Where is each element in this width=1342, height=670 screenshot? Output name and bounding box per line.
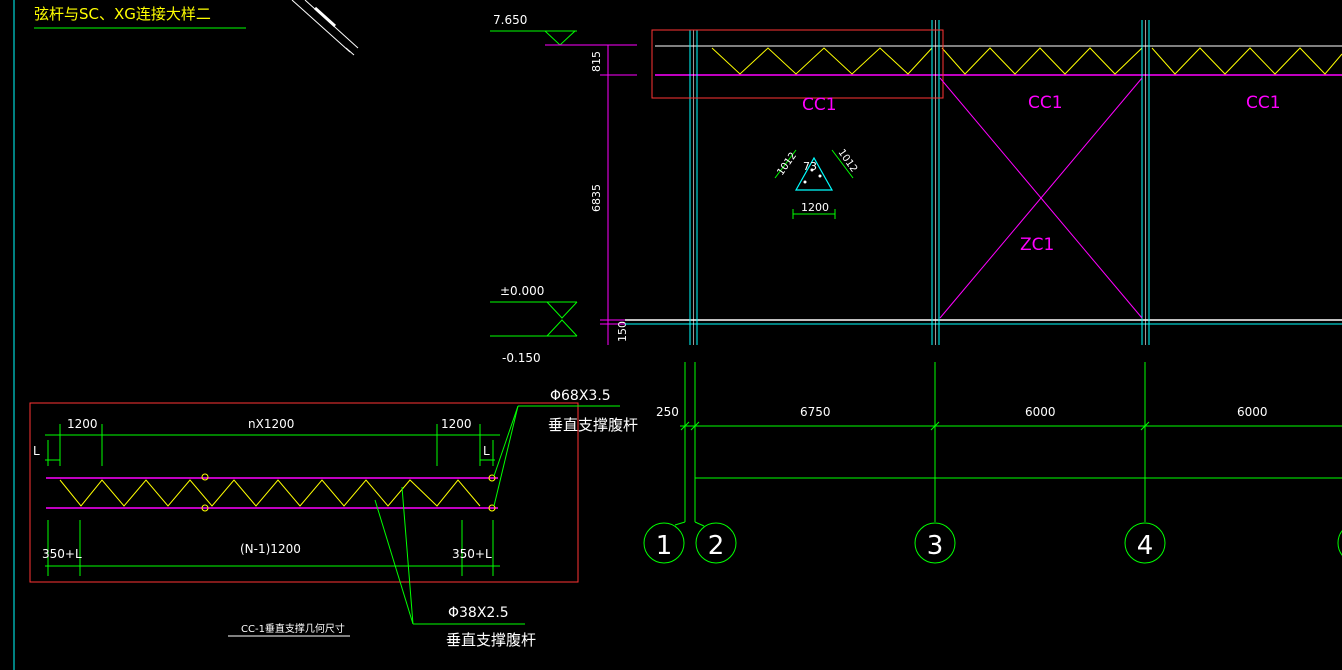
detail-dim-1200-right: 1200 [441,417,472,431]
detail-dim-350L-right: 350+L [452,547,492,561]
cad-drawing-canvas[interactable]: 弦杆与SC、XG连接大样二 7.650 ±0.000 -0.150 815 68… [0,0,1342,670]
detail-dim-L-left: L [33,444,40,458]
pipe-phi68-label: Φ68X3.5 [550,388,611,404]
label-cc1-bay2: CC1 [1028,93,1063,113]
axis-1-label: 1 [656,531,673,561]
detail-dim-350L-left: 350+L [42,547,82,561]
label-cc1-bay1: CC1 [802,95,837,115]
tri-dim-bottom: 1200 [801,201,829,214]
axis-4-label: 4 [1137,531,1154,561]
plan-dim-250: 250 [656,405,679,419]
background [0,0,1342,670]
elevation-neg-label: -0.150 [502,351,541,365]
detail-dim-L-right: L [483,444,490,458]
elevation-zero-label: ±0.000 [500,284,544,298]
plan-dim-6750: 6750 [800,405,831,419]
axis-2-label: 2 [708,531,725,561]
dim-6835: 6835 [590,184,603,212]
pipe-phi38-desc: 垂直支撑腹杆 [446,631,536,649]
elevation-top-label: 7.650 [493,13,527,27]
detail-dim-1200-left: 1200 [67,417,98,431]
tri-angle: 73 [803,160,817,173]
detail-dim-nx1200: nX1200 [248,417,294,431]
label-zc1: ZC1 [1020,235,1054,255]
sheet-title: 弦杆与SC、XG连接大样二 [34,5,211,23]
pipe-phi68-desc: 垂直支撑腹杆 [548,416,638,434]
plan-dim-6000-a: 6000 [1025,405,1056,419]
detail-caption: CC-1垂直支撑几何尺寸 [241,622,345,635]
detail-dim-n1-1200: (N-1)1200 [240,542,301,556]
plan-dim-6000-b: 6000 [1237,405,1268,419]
dim-815: 815 [590,51,603,72]
label-cc1-bay3: CC1 [1246,93,1281,113]
pipe-phi38-label: Φ38X2.5 [448,605,509,621]
axis-3-label: 3 [927,531,944,561]
